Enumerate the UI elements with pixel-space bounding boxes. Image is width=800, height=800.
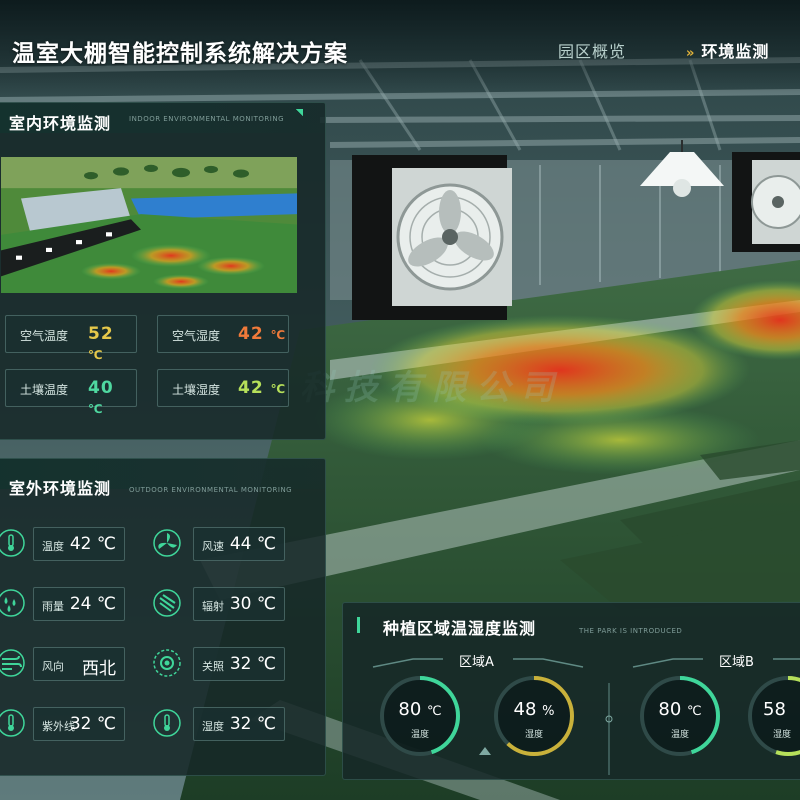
panel-title: 室内环境监测: [9, 114, 112, 133]
item-label: 风速: [202, 540, 224, 553]
item-label: 风向: [42, 660, 64, 673]
item-value: 32 ℃: [229, 714, 276, 734]
zone-a-label: 区域A: [459, 655, 494, 670]
outdoor-item-humidity[interactable]: 湿度 32 ℃: [193, 707, 285, 741]
page-title: 温室大棚智能控制系统解决方案: [12, 41, 348, 67]
gauge-zone-a-humidity[interactable]: 48 % 湿度: [489, 671, 579, 761]
indoor-monitor-panel: 室内环境监测 INDOOR ENVIRONMENTAL MONITORING 空…: [0, 102, 326, 440]
top-bar: 温室大棚智能控制系统解决方案 园区概览 » 环境监测: [0, 0, 800, 96]
metric-soil-humidity[interactable]: 土壤湿度 42 ℃: [157, 369, 289, 407]
uv-thermometer-icon: [0, 709, 25, 737]
nav-environment-monitoring[interactable]: » 环境监测: [686, 38, 769, 62]
radiation-icon: [153, 589, 181, 617]
wind-direction-icon: [0, 649, 25, 677]
outdoor-item-radiation[interactable]: 辐射 30 ℃: [193, 587, 285, 621]
fan-left: [352, 155, 512, 320]
metric-air-humidity[interactable]: 空气湿度 42 ℃: [157, 315, 289, 353]
metric-value: 40 ℃: [88, 378, 114, 416]
outdoor-item-temperature[interactable]: 温度 42 ℃: [33, 527, 125, 561]
outdoor-item-wind-direction[interactable]: 风向 西北: [33, 647, 125, 681]
gauge-zone-a-temperature[interactable]: 80 ℃ 温度: [375, 671, 465, 761]
item-value: 24 ℃: [69, 594, 116, 614]
metric-soil-temperature[interactable]: 土壤温度 40 ℃: [5, 369, 137, 416]
watermark: 科技有限公司: [300, 368, 564, 408]
item-value: 30 ℃: [229, 594, 276, 614]
gauge-label: 湿度: [524, 730, 543, 740]
gauge-value: 80 ℃: [658, 699, 702, 720]
gauge-label: 温度: [670, 730, 689, 740]
thermometer-icon: [0, 529, 25, 557]
nav-park-overview[interactable]: 园区概览: [558, 38, 626, 62]
metric-label: 土壤湿度: [172, 383, 221, 397]
item-value: 西北: [82, 659, 116, 679]
gauge-value: 48 %: [513, 699, 555, 720]
metric-value: 52 ℃: [88, 324, 114, 362]
fan-right: [732, 152, 800, 252]
item-value: 32 ℃: [69, 714, 116, 734]
item-label: 辐射: [202, 600, 224, 613]
item-label: 雨量: [42, 600, 64, 613]
outdoor-monitor-panel: 室外环境监测 OUTDOOR ENVIRONMENTAL MONITORING …: [0, 458, 326, 776]
fan-icon: [153, 529, 181, 557]
outdoor-item-illumination[interactable]: 关照 32 ℃: [193, 647, 285, 681]
metric-label: 空气温度: [20, 329, 69, 343]
metric-label: 土壤温度: [20, 383, 69, 397]
gauge-value: 80 ℃: [398, 699, 442, 720]
panel-subtitle: INDOOR ENVIRONMENTAL MONITORING: [129, 115, 284, 123]
metric-value: 42 ℃: [238, 378, 287, 398]
item-label: 湿度: [202, 720, 224, 733]
gauge-label: 湿度: [773, 730, 792, 740]
panel-header: 室内环境监测 INDOOR ENVIRONMENTAL MONITORING: [0, 103, 325, 133]
nav-label: 园区概览: [558, 42, 627, 61]
item-value: 44 ℃: [229, 534, 276, 554]
item-value: 32 ℃: [229, 654, 276, 674]
gauge-label: 温度: [410, 730, 429, 740]
humidity-thermometer-icon: [153, 709, 181, 737]
gauge-zone-b-temperature[interactable]: 80 ℃ 温度: [635, 671, 725, 761]
panel-header: 室外环境监测 OUTDOOR ENVIRONMENTAL MONITORING: [0, 459, 325, 498]
item-label: 温度: [42, 540, 64, 553]
outdoor-item-wind-speed[interactable]: 风速 44 ℃: [193, 527, 285, 561]
gauge-value: 58: [763, 699, 786, 720]
metric-air-temperature[interactable]: 空气温度 52 ℃: [5, 315, 137, 362]
metric-value: 42 ℃: [238, 324, 287, 344]
metric-label: 空气湿度: [172, 329, 221, 343]
sun-light-icon: [153, 649, 181, 677]
item-value: 42 ℃: [69, 534, 116, 554]
panel-title: 室外环境监测: [9, 479, 112, 498]
planting-zone-panel: 种植区域温湿度监测 THE PARK IS INTRODUCED 区域A 区域B…: [342, 602, 800, 780]
zone-b-label: 区域B: [719, 655, 754, 670]
outdoor-item-uv[interactable]: 紫外线 32 ℃: [33, 707, 125, 741]
panel-subtitle: OUTDOOR ENVIRONMENTAL MONITORING: [129, 486, 293, 494]
corner-mark-icon: [296, 109, 303, 116]
gauge-zone-b-humidity[interactable]: 58 湿度: [743, 671, 800, 761]
outdoor-item-rainfall[interactable]: 雨量 24 ℃: [33, 587, 125, 621]
item-label: 关照: [202, 660, 224, 673]
rain-drops-icon: [0, 589, 25, 617]
nav-label: 环境监测: [701, 42, 770, 61]
greenhouse-3d-thumbnail[interactable]: [1, 157, 297, 293]
double-chevron-icon: »: [686, 46, 696, 61]
